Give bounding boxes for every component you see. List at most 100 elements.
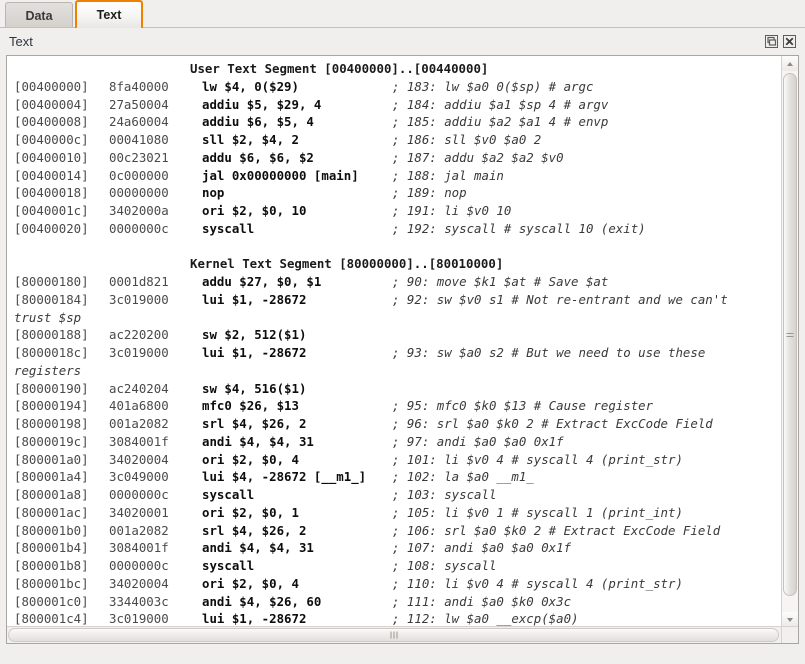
row-machine-code: 001a2082 (109, 415, 202, 433)
close-icon[interactable] (783, 35, 796, 48)
row-instruction: srl $4, $26, 2 (202, 415, 392, 433)
vertical-scrollbar[interactable] (781, 56, 798, 627)
row-comment: ; 103: syscall (392, 486, 496, 504)
disassembly-row[interactable]: [00400004]27a50004addiu $5, $29, 4; 184:… (14, 96, 782, 114)
row-instruction: nop (202, 184, 392, 202)
row-comment: ; 108: syscall (392, 557, 496, 575)
row-instruction: andi $4, $4, 31 (202, 433, 392, 451)
row-comment: ; 90: move $k1 $at # Save $at (392, 273, 608, 291)
vertical-scroll-track[interactable] (782, 71, 798, 612)
disassembly-row[interactable]: [00400014]0c000000jal 0x00000000 [main];… (14, 167, 782, 185)
row-machine-code: 00c23021 (109, 149, 202, 167)
panel-title-buttons (765, 35, 800, 48)
disassembly-row[interactable]: [00400018]00000000nop; 189: nop (14, 184, 782, 202)
row-machine-code: 001a2082 (109, 522, 202, 540)
disassembly-row[interactable]: [800001a4]3c049000lui $4, -28672 [__m1_]… (14, 468, 782, 486)
disassembly-row[interactable]: [80000188]ac220200sw $2, 512($1) (14, 326, 782, 344)
row-comment: ; 112: lw $a0 __excp($a0) (392, 610, 579, 627)
row-address: [8000019c] (14, 433, 109, 451)
disassembly-row[interactable]: [80000190]ac240204sw $4, 516($1) (14, 380, 782, 398)
row-address: [800001b8] (14, 557, 109, 575)
row-comment: ; 96: srl $a0 $k0 2 # Extract ExcCode Fi… (392, 415, 713, 433)
disassembly-row[interactable]: [800001b0]001a2082srl $4, $26, 2; 106: s… (14, 522, 782, 540)
scroll-up-button[interactable] (782, 56, 798, 71)
disassembly-row[interactable]: [800001b4]3084001fandi $4, $4, 31; 107: … (14, 539, 782, 557)
row-address: [800001a0] (14, 451, 109, 469)
row-comment: ; 184: addiu $a1 $sp 4 # argv (392, 96, 608, 114)
panel-title-bar: Text (0, 28, 805, 55)
row-instruction: syscall (202, 557, 392, 575)
disassembly-row[interactable]: [8000018c]3c019000lui $1, -28672; 93: sw… (14, 344, 782, 362)
row-instruction: addiu $6, $5, 4 (202, 113, 392, 131)
disassembly-row[interactable]: [8000019c]3084001fandi $4, $4, 31; 97: a… (14, 433, 782, 451)
disassembly-row[interactable]: [00400008]24a60004addiu $6, $5, 4; 185: … (14, 113, 782, 131)
row-address: [800001a8] (14, 486, 109, 504)
row-machine-code: 0001d821 (109, 273, 202, 291)
text-segment-window: Data Text Text User T (0, 0, 805, 664)
row-machine-code: 24a60004 (109, 113, 202, 131)
row-instruction: ori $2, $0, 4 (202, 451, 392, 469)
row-comment: ; 107: andi $a0 $a0 0x1f (392, 539, 571, 557)
row-instruction: jal 0x00000000 [main] (202, 167, 392, 185)
horizontal-scroll-thumb[interactable] (8, 628, 779, 642)
row-address: [80000198] (14, 415, 109, 433)
row-comment: ; 95: mfc0 $k0 $13 # Cause register (392, 397, 653, 415)
disassembly-row[interactable]: [800001c0]3344003candi $4, $26, 60; 111:… (14, 593, 782, 611)
row-machine-code: 3c019000 (109, 610, 202, 627)
row-address: [00400004] (14, 96, 109, 114)
row-address: [0040000c] (14, 131, 109, 149)
disassembly-row[interactable]: [0040001c]3402000aori $2, $0, 10; 191: l… (14, 202, 782, 220)
row-comment: ; 183: lw $a0 0($sp) # argc (392, 78, 593, 96)
restore-icon[interactable] (765, 35, 778, 48)
disassembly-listing[interactable]: User Text Segment [00400000]..[00440000]… (7, 56, 782, 627)
tab-data[interactable]: Data (5, 2, 73, 28)
row-address: [00400014] (14, 167, 109, 185)
row-address: [800001bc] (14, 575, 109, 593)
grip-icon (390, 632, 397, 639)
row-machine-code: 3344003c (109, 593, 202, 611)
disassembly-row[interactable]: [800001a0]34020004ori $2, $0, 4; 101: li… (14, 451, 782, 469)
row-instruction: sw $2, 512($1) (202, 326, 392, 344)
disassembly-row[interactable]: [80000184]3c019000lui $1, -28672; 92: sw… (14, 291, 782, 309)
row-machine-code: 0000000c (109, 557, 202, 575)
row-machine-code: 401a6800 (109, 397, 202, 415)
spacer-line (14, 238, 782, 256)
disassembly-row[interactable]: [800001b8]0000000csyscall; 108: syscall (14, 557, 782, 575)
row-comment: ; 102: la $a0 __m1_ (392, 468, 534, 486)
row-comment: ; 111: andi $a0 $k0 0x3c (392, 593, 571, 611)
row-instruction: lui $1, -28672 (202, 610, 392, 627)
row-instruction: srl $4, $26, 2 (202, 522, 392, 540)
row-comment: ; 185: addiu $a2 $a1 4 # envp (392, 113, 608, 131)
panel-title-label: Text (9, 34, 765, 49)
disassembly-row[interactable]: [800001a8]0000000csyscall; 103: syscall (14, 486, 782, 504)
row-instruction: ori $2, $0, 1 (202, 504, 392, 522)
tab-text[interactable]: Text (75, 0, 143, 28)
row-address: [00400020] (14, 220, 109, 238)
row-comment: ; 189: nop (392, 184, 467, 202)
horizontal-scrollbar[interactable] (7, 626, 782, 643)
disassembly-row[interactable]: [00400000]8fa40000lw $4, 0($29); 183: lw… (14, 78, 782, 96)
row-instruction: andi $4, $26, 60 (202, 593, 392, 611)
disassembly-row[interactable]: [800001c4]3c019000lui $1, -28672; 112: l… (14, 610, 782, 627)
disassembly-row[interactable]: [80000194]401a6800mfc0 $26, $13; 95: mfc… (14, 397, 782, 415)
disassembly-row[interactable]: [00400010]00c23021addu $6, $6, $2; 187: … (14, 149, 782, 167)
disassembly-row[interactable]: [0040000c]00041080sll $2, $4, 2; 186: sl… (14, 131, 782, 149)
row-machine-code: 34020004 (109, 451, 202, 469)
row-comment-wrap: trust $sp (14, 309, 782, 327)
row-machine-code: ac240204 (109, 380, 202, 398)
row-address: [80000184] (14, 291, 109, 309)
vertical-scroll-thumb[interactable] (783, 73, 797, 596)
disassembly-row[interactable]: [00400020]0000000csyscall; 192: syscall … (14, 220, 782, 238)
disassembly-row[interactable]: [800001ac]34020001ori $2, $0, 1; 105: li… (14, 504, 782, 522)
row-instruction: lw $4, 0($29) (202, 78, 392, 96)
row-instruction: lui $1, -28672 (202, 291, 392, 309)
row-instruction: syscall (202, 486, 392, 504)
disassembly-row[interactable]: [800001bc]34020004ori $2, $0, 4; 110: li… (14, 575, 782, 593)
row-instruction: sw $4, 516($1) (202, 380, 392, 398)
row-address: [00400010] (14, 149, 109, 167)
disassembly-row[interactable]: [80000180]0001d821addu $27, $0, $1; 90: … (14, 273, 782, 291)
row-instruction: ori $2, $0, 10 (202, 202, 392, 220)
scroll-down-button[interactable] (782, 612, 798, 627)
disassembly-row[interactable]: [80000198]001a2082srl $4, $26, 2; 96: sr… (14, 415, 782, 433)
tab-data-label: Data (25, 9, 52, 23)
